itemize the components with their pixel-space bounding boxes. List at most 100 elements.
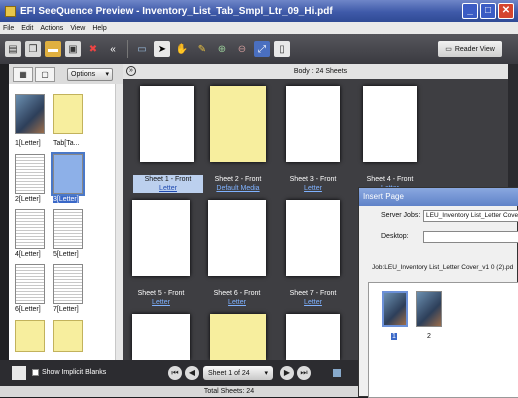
chevron-down-icon: ▾ xyxy=(105,71,109,78)
body-header: » Body : 24 Sheets xyxy=(123,64,518,79)
sheet-title: Sheet 3 - Front xyxy=(289,176,337,183)
page-thumb[interactable] xyxy=(15,264,45,304)
menu-view[interactable]: View xyxy=(70,25,85,32)
minimize-button[interactable]: _ xyxy=(462,3,478,19)
server-jobs-label: Server Jobs: xyxy=(381,212,421,219)
sheet-media-link[interactable]: Default Media xyxy=(203,184,273,193)
sheet-select[interactable]: Sheet 1 of 24 ▾ xyxy=(203,366,273,380)
thumb-label: 2[Letter] xyxy=(15,196,41,203)
sheet-11-thumbnail[interactable] xyxy=(286,314,340,360)
open-folder-icon[interactable]: ▬ xyxy=(45,41,61,57)
sheet-1-label[interactable]: Sheet 1 - Front Letter xyxy=(133,175,203,193)
sheet-1-thumbnail[interactable]: INVENTORY LIST xyxy=(140,86,194,162)
pages-tab[interactable]: ▢ xyxy=(35,66,55,82)
chevron-down-icon: ▾ xyxy=(264,370,268,377)
menu-actions[interactable]: Actions xyxy=(40,25,63,32)
sheet-select-value: Sheet 1 of 24 xyxy=(208,369,250,377)
close-button[interactable]: ✕ xyxy=(498,3,514,19)
next-page-icon[interactable]: ▶ xyxy=(280,366,294,380)
fit-page-icon[interactable]: ⤢ xyxy=(254,41,270,57)
thumb-label: Tab[Ta... xyxy=(53,140,80,147)
zoom-in-icon[interactable]: ⊕ xyxy=(214,41,230,57)
zoom-out-icon[interactable]: ⊖ xyxy=(234,41,250,57)
total-sheets-label: Total Sheets: 24 xyxy=(203,388,255,395)
sheet-3-label: Sheet 3 - Front Letter xyxy=(278,175,348,193)
sheet-title: Sheet 6 - Front xyxy=(213,290,261,297)
job-page-thumb-selected[interactable] xyxy=(382,291,408,327)
reader-view-icon: ▭ xyxy=(445,46,452,53)
options-dropdown[interactable]: Options ▾ xyxy=(67,67,113,81)
sheet-5-label: Sheet 5 - Front Letter xyxy=(126,289,196,307)
sheet-media-link[interactable]: Letter xyxy=(278,298,348,307)
sheet-title: Sheet 5 - Front xyxy=(137,290,185,297)
thumb-label: 6[Letter] xyxy=(15,306,41,313)
body-header-label: Body : 24 Sheets xyxy=(293,68,348,75)
job-page-thumb[interactable] xyxy=(416,291,442,327)
sheet-media-link[interactable]: Letter xyxy=(133,184,203,193)
sheet-media-link[interactable]: Letter xyxy=(202,298,272,307)
pointer-tool-icon[interactable]: ➤ xyxy=(154,41,170,57)
page-thumb[interactable] xyxy=(53,320,83,352)
new-document-icon[interactable]: ▤ xyxy=(5,41,21,57)
collapse-icon[interactable]: « xyxy=(105,41,121,57)
reader-view-button[interactable]: ▭ Reader View xyxy=(438,41,502,57)
menu-file[interactable]: File xyxy=(3,25,14,32)
monitor-icon[interactable]: ▭ xyxy=(134,41,150,57)
layout-icon[interactable] xyxy=(333,369,341,377)
sheet-6-thumbnail[interactable] xyxy=(208,200,266,276)
show-implicit-blanks-checkbox[interactable] xyxy=(32,369,39,376)
page-thumb[interactable] xyxy=(15,94,45,134)
sheet-9-thumbnail[interactable] xyxy=(132,314,190,360)
maximize-button[interactable]: □ xyxy=(480,3,496,19)
sheet-media-link[interactable]: Letter xyxy=(278,184,348,193)
sheet-6-label: Sheet 6 - Front Letter xyxy=(202,289,272,307)
app-icon xyxy=(5,5,16,17)
page-thumb[interactable] xyxy=(53,209,83,249)
sheet-title: Sheet 2 - Front xyxy=(214,176,262,183)
sheet-3-thumbnail[interactable] xyxy=(286,86,340,162)
page-thumb[interactable] xyxy=(15,320,45,352)
page-thumb[interactable] xyxy=(53,94,83,134)
thumbnails-tab[interactable]: ▦ xyxy=(13,66,33,82)
dialog-title-bar: Insert Page xyxy=(359,188,518,206)
print-icon[interactable]: ▣ xyxy=(65,41,81,57)
last-page-icon[interactable]: ⏭ xyxy=(297,366,311,380)
page-icon[interactable]: ▯ xyxy=(274,41,290,57)
sheet-10-thumbnail[interactable] xyxy=(210,314,266,360)
server-jobs-select[interactable]: LEU_Inventory List_Letter Cover xyxy=(423,210,518,222)
page-icon[interactable] xyxy=(12,366,26,380)
cover-caption: INVENTORY LIST xyxy=(146,105,152,155)
page-thumb[interactable] xyxy=(15,154,45,194)
hand-tool-icon[interactable]: ✋ xyxy=(174,41,190,57)
delete-icon[interactable]: ✖ xyxy=(85,41,101,57)
sheet-title: Sheet 7 - Front xyxy=(289,290,337,297)
collapse-icon[interactable]: » xyxy=(126,66,136,76)
desktop-input[interactable] xyxy=(423,231,518,243)
first-page-icon[interactable]: ⏮ xyxy=(168,366,182,380)
sheet-media-link[interactable]: Letter xyxy=(126,298,196,307)
page-thumb[interactable] xyxy=(53,264,83,304)
toolbar: ▤ ❐ ▬ ▣ ✖ « ▭ ➤ ✋ ✎ ⊕ ⊖ ⤢ ▯ ▭ Reader Vie… xyxy=(0,34,518,64)
copy-icon[interactable]: ❐ xyxy=(25,41,41,57)
job-label: Job:LEU_Inventory List_Letter Cover_v1 0… xyxy=(372,264,514,271)
page-thumb[interactable] xyxy=(15,209,45,249)
dialog-title: Insert Page xyxy=(363,192,404,201)
thumbnail-scrollbar[interactable] xyxy=(115,84,123,360)
page-thumb-selected[interactable] xyxy=(51,152,85,196)
sheet-title: Sheet 4 - Front xyxy=(366,176,414,183)
previous-page-icon[interactable]: ◀ xyxy=(185,366,199,380)
sheet-4-thumbnail[interactable] xyxy=(363,86,417,162)
job-page-number-selected: 1 xyxy=(391,333,397,340)
menu-help[interactable]: Help xyxy=(92,25,106,32)
sheet-2-thumbnail[interactable] xyxy=(210,86,266,162)
menu-edit[interactable]: Edit xyxy=(21,25,33,32)
menu-bar: File Edit Actions View Help xyxy=(0,22,518,34)
options-label: Options xyxy=(71,70,96,78)
sheet-5-thumbnail[interactable] xyxy=(132,200,190,276)
highlight-tool-icon[interactable]: ✎ xyxy=(194,41,210,57)
sheet-7-thumbnail[interactable] xyxy=(286,200,340,276)
sheet-2-label: Sheet 2 - Front Default Media xyxy=(203,175,273,193)
desktop-label: Desktop: xyxy=(381,233,409,240)
thumbnail-panel: ▦ ▢ Options ▾ 1[Letter] Tab[Ta... 2[Lette… xyxy=(9,64,123,360)
thumb-label-selected: 3[Letter] xyxy=(53,196,79,203)
